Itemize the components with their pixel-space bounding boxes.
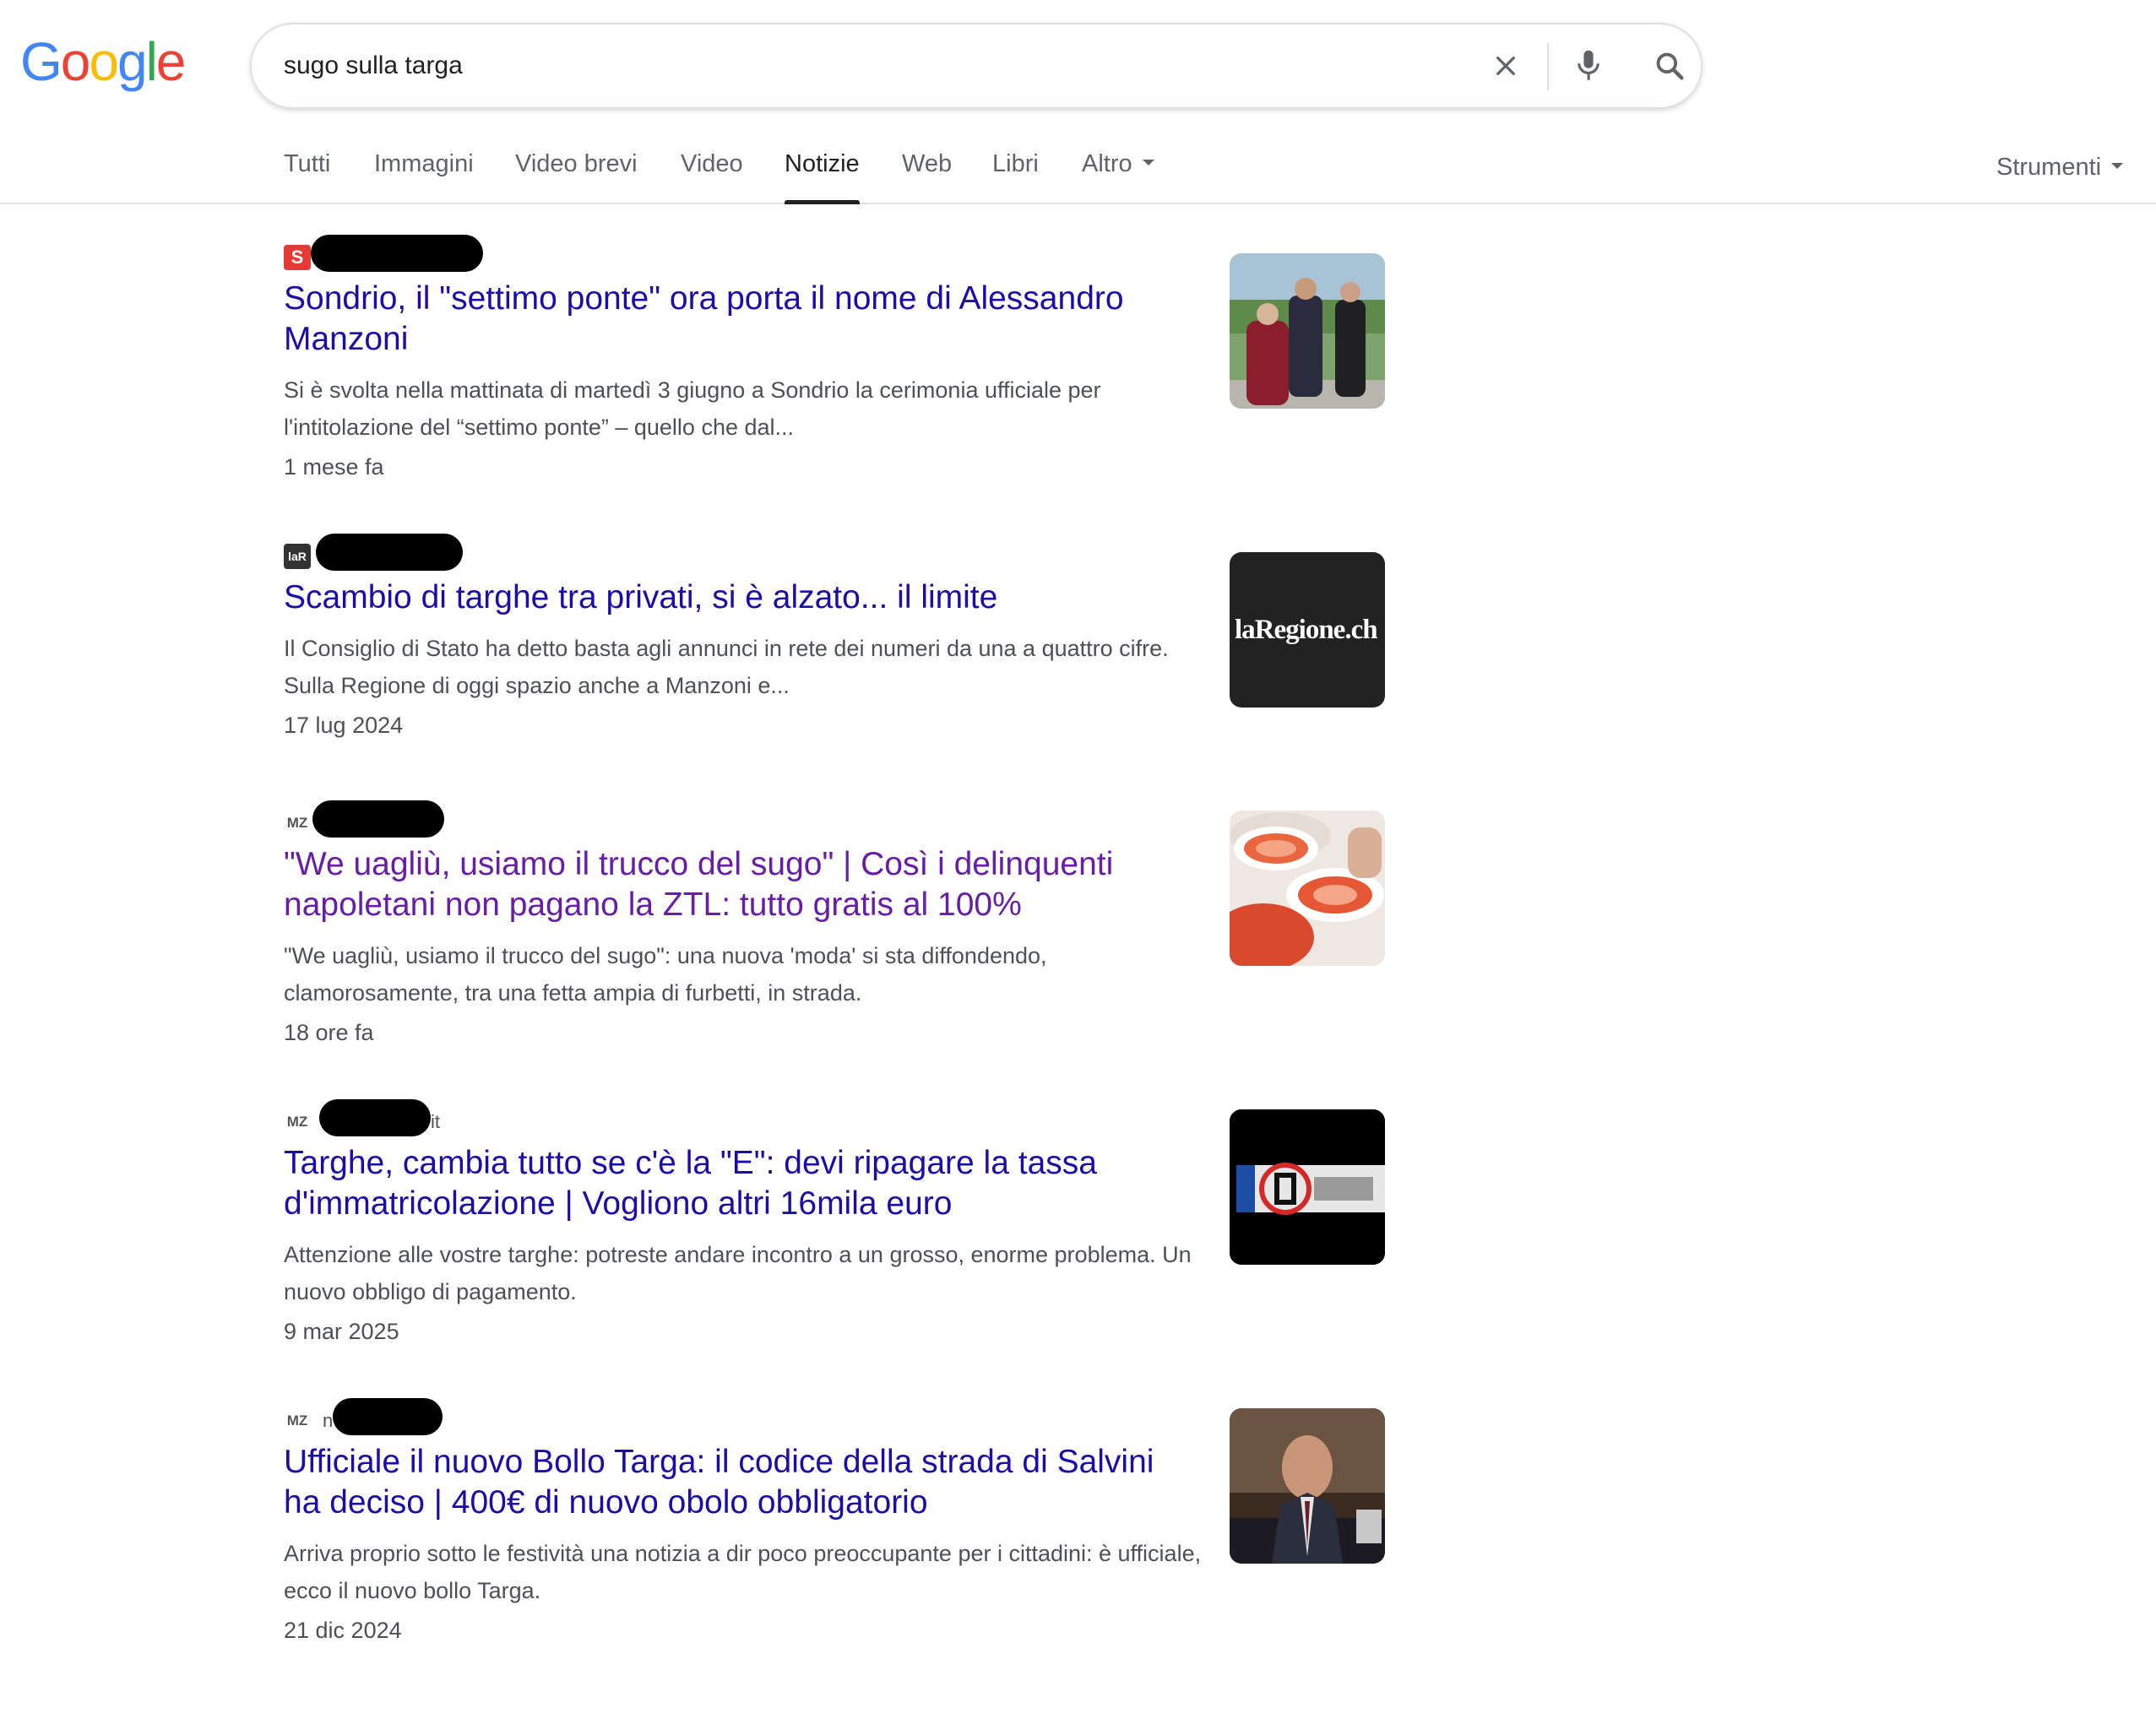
source-name-tail: it <box>431 1111 440 1132</box>
tab-video[interactable]: Video <box>681 150 743 204</box>
tab-libri[interactable]: Libri <box>992 150 1039 204</box>
result-title[interactable]: Targhe, cambia tutto se c'è la "E": devi… <box>284 1143 1196 1224</box>
result-title[interactable]: Scambio di targhe tra privati, si è alza… <box>284 577 1196 618</box>
source-favicon: MZ <box>286 1412 308 1429</box>
header: Google Tutti Immagini Video brevi Video … <box>0 0 2156 204</box>
redacted-source-name <box>316 534 463 571</box>
result-source[interactable]: S <box>284 235 1382 272</box>
news-result: MZ "We uagliù, usiamo il trucco del sugo… <box>284 800 1382 1046</box>
news-result: MZ n Ufficiale il nuovo Bollo Targa: il … <box>284 1398 1382 1644</box>
result-source[interactable]: MZ <box>284 800 1382 838</box>
search-box <box>250 23 1703 109</box>
tab-altro[interactable]: Altro <box>1082 150 1154 204</box>
result-source[interactable]: laR <box>284 534 1382 571</box>
result-snippet: Il Consiglio di Stato ha detto basta agl… <box>284 636 1169 698</box>
caret-down-icon <box>1142 159 1154 165</box>
tools-label: Strumenti <box>1996 154 2102 181</box>
news-result: MZ it Targhe, cambia tutto se c'è la "E"… <box>284 1099 1382 1345</box>
result-snippet: Si è svolta nella mattinata di martedì 3… <box>284 377 1101 440</box>
microphone-icon[interactable] <box>1559 24 1618 107</box>
result-date: 17 lug 2024 <box>284 713 404 738</box>
tab-web[interactable]: Web <box>902 150 952 204</box>
search-input[interactable] <box>284 24 1449 107</box>
result-source[interactable]: MZ n <box>284 1398 1382 1435</box>
tools-button[interactable]: Strumenti <box>1996 154 2124 182</box>
result-date: 18 ore fa <box>284 1020 374 1045</box>
redacted-source-name <box>311 235 483 272</box>
redacted-source-name <box>319 1099 431 1136</box>
tab-altro-label: Altro <box>1082 150 1132 177</box>
news-result: laR Scambio di targhe tra privati, si è … <box>284 534 1382 739</box>
redacted-source-name <box>312 800 444 838</box>
thumbnail-logo-text: laRegione.ch <box>1235 614 1378 645</box>
result-title[interactable]: Ufficiale il nuovo Bollo Targa: il codic… <box>284 1442 1196 1523</box>
result-date: 9 mar 2025 <box>284 1319 399 1344</box>
result-date: 21 dic 2024 <box>284 1618 402 1643</box>
redacted-source-name <box>333 1398 443 1435</box>
search-divider <box>1547 43 1549 90</box>
tab-notizie[interactable]: Notizie <box>785 150 860 204</box>
source-name-tail: n <box>323 1410 334 1431</box>
source-favicon: MZ <box>286 815 308 831</box>
result-snippet: Attenzione alle vostre targhe: potreste … <box>284 1242 1192 1304</box>
search-icon[interactable] <box>1640 24 1699 107</box>
result-title[interactable]: "We uagliù, usiamo il trucco del sugo" |… <box>284 844 1196 925</box>
source-favicon: MZ <box>286 1114 308 1130</box>
google-logo[interactable]: Google <box>20 30 186 93</box>
result-snippet: Arriva proprio sotto le festività una no… <box>284 1541 1202 1603</box>
tab-video-brevi[interactable]: Video brevi <box>515 150 638 204</box>
result-thumbnail[interactable]: laRegione.ch <box>1230 552 1385 708</box>
result-date: 1 mese fa <box>284 454 384 480</box>
clear-icon[interactable] <box>1476 24 1535 107</box>
result-thumbnail[interactable] <box>1230 811 1385 966</box>
result-thumbnail[interactable] <box>1230 1109 1385 1265</box>
result-title[interactable]: Sondrio, il "settimo ponte" ora porta il… <box>284 279 1196 360</box>
source-favicon: S <box>284 245 311 270</box>
tab-tutti[interactable]: Tutti <box>284 150 330 204</box>
tab-immagini[interactable]: Immagini <box>374 150 474 204</box>
result-thumbnail[interactable] <box>1230 253 1385 409</box>
news-result: S Sondrio, il "settimo ponte" ora porta … <box>284 235 1382 480</box>
source-favicon: laR <box>284 544 311 569</box>
caret-down-icon <box>2111 162 2124 169</box>
result-snippet: "We uagliù, usiamo il trucco del sugo": … <box>284 943 1047 1006</box>
result-thumbnail[interactable] <box>1230 1408 1385 1564</box>
result-source[interactable]: MZ it <box>284 1099 1382 1136</box>
